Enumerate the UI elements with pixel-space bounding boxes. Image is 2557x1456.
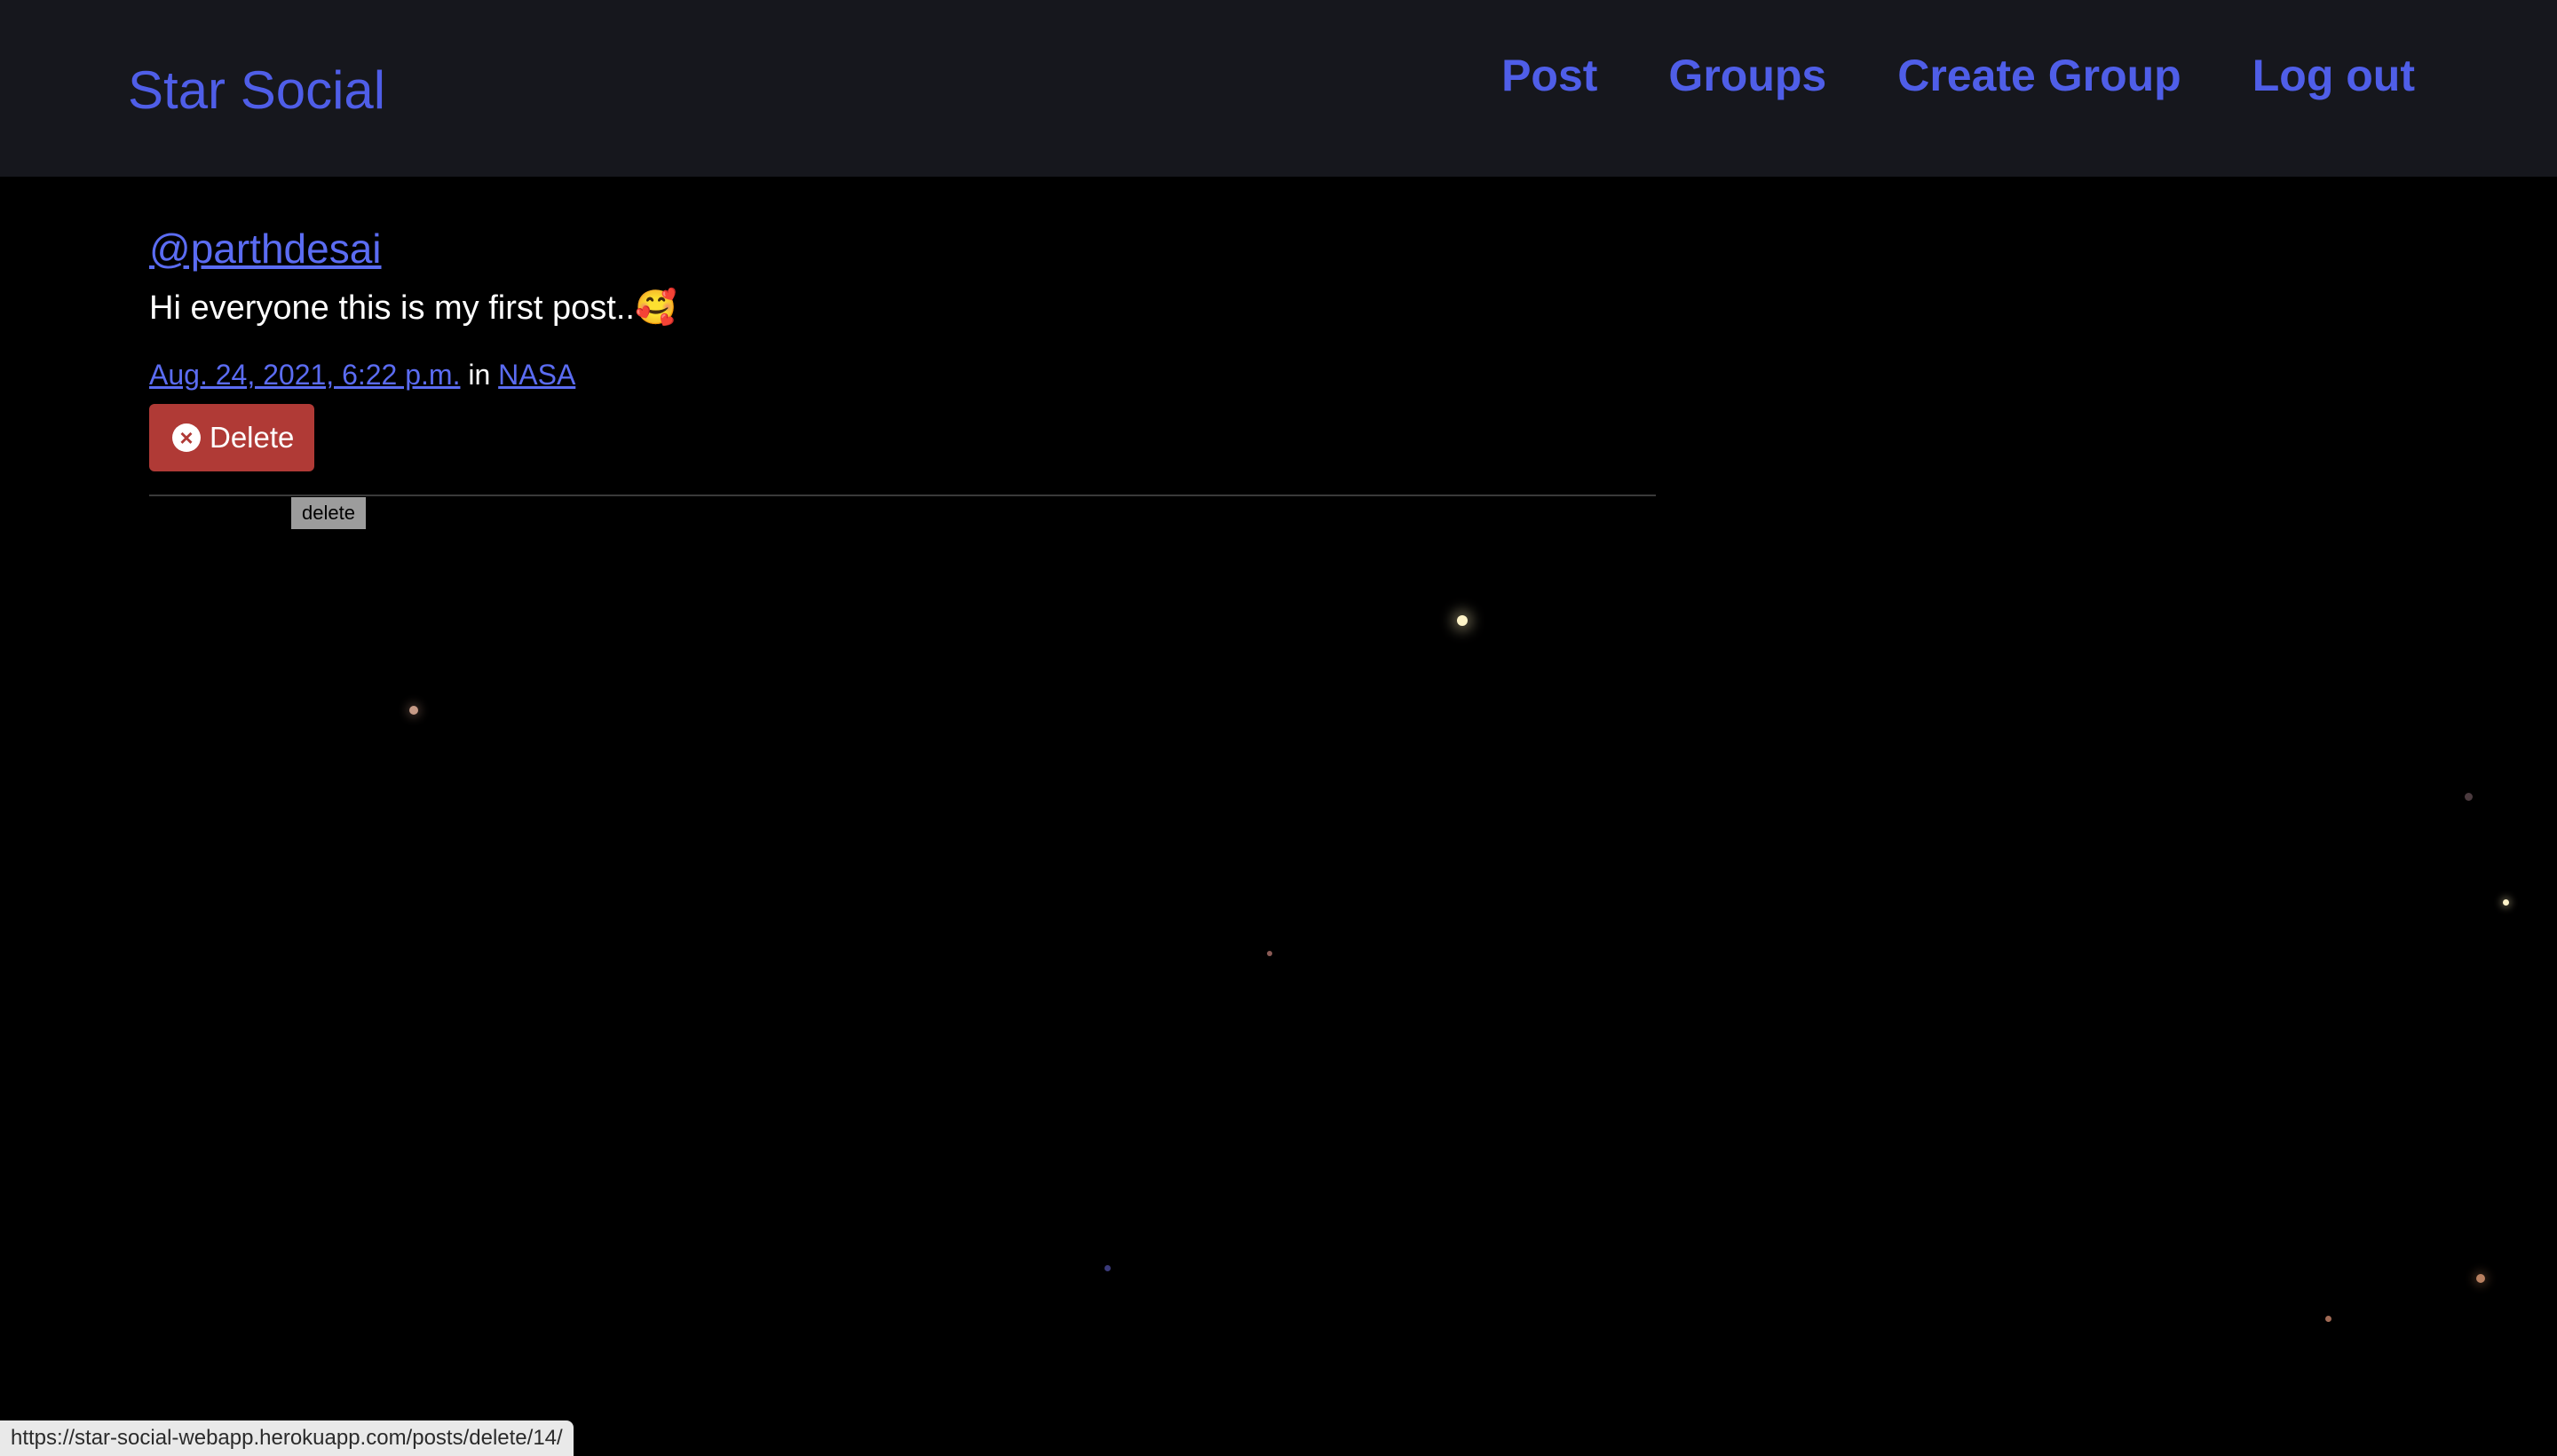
delete-button-label: Delete <box>210 421 295 454</box>
star-decoration <box>2325 1316 2331 1322</box>
post-group-link[interactable]: NASA <box>498 359 575 391</box>
brand-logo-link[interactable]: Star Social <box>128 57 385 124</box>
star-decoration <box>2465 793 2473 801</box>
nav-create-group-link[interactable]: Create Group <box>1897 44 2181 107</box>
nav-links: Post Groups Create Group Log out <box>1501 44 2415 107</box>
navbar: Star Social Post Groups Create Group Log… <box>0 0 2557 177</box>
post-message-text: Hi everyone this is my first post.. <box>149 289 635 327</box>
nav-logout-link[interactable]: Log out <box>2252 44 2415 107</box>
x-circle-icon: × <box>172 423 201 452</box>
post-card: @parthdesai Hi everyone this is my first… <box>149 220 1655 471</box>
star-decoration <box>2503 899 2509 906</box>
smiling-face-with-hearts-emoji: 🥰 <box>634 288 677 327</box>
delete-button[interactable]: × Delete <box>149 404 314 471</box>
delete-tooltip: delete <box>291 497 366 529</box>
post-timestamp-link[interactable]: Aug. 24, 2021, 6:22 p.m. <box>149 359 460 391</box>
post-divider <box>149 495 1656 496</box>
star-decoration <box>1104 1265 1111 1271</box>
browser-status-bar-url: https://star-social-webapp.herokuapp.com… <box>0 1420 574 1456</box>
post-in-label: in <box>468 359 491 391</box>
star-decoration <box>2476 1274 2485 1283</box>
star-decoration <box>409 706 418 715</box>
nav-groups-link[interactable]: Groups <box>1668 44 1826 107</box>
star-decoration <box>1267 951 1272 956</box>
post-message: Hi everyone this is my first post..🥰 <box>149 284 1655 331</box>
post-author-link[interactable]: @parthdesai <box>149 220 1655 277</box>
post-meta: Aug. 24, 2021, 6:22 p.m. in NASA <box>149 354 1655 395</box>
nav-post-link[interactable]: Post <box>1501 44 1597 107</box>
star-decoration <box>1457 615 1468 626</box>
